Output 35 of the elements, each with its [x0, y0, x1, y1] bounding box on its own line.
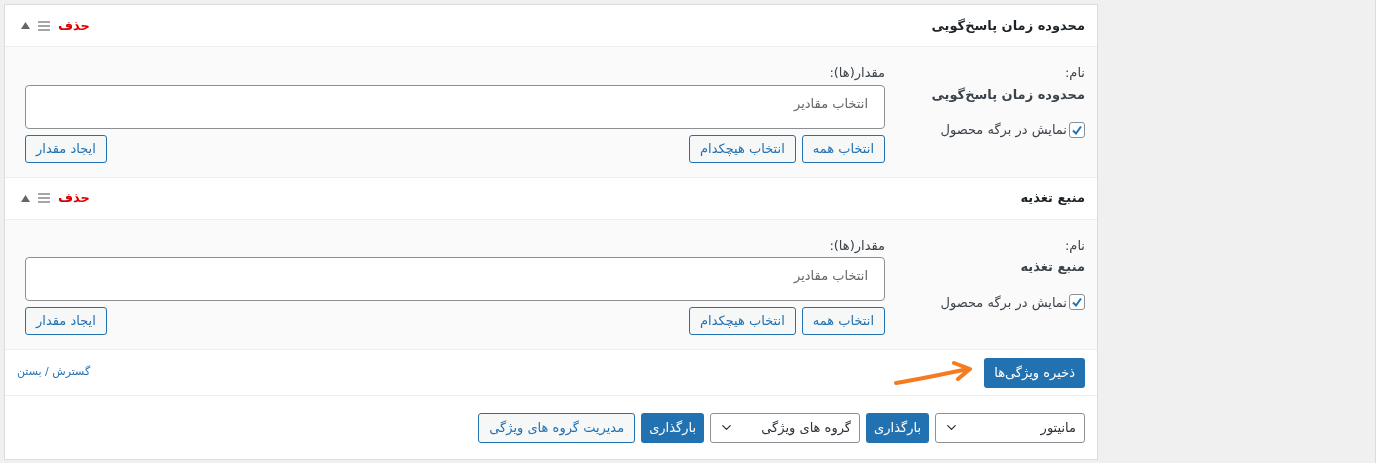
manage-groups-button[interactable]: مدیریت گروه های ویژگی: [478, 412, 636, 443]
checkmark-icon: [1071, 296, 1083, 309]
checkmark-icon: [1071, 123, 1083, 136]
delete-link[interactable]: حذف: [58, 15, 90, 36]
attribute-name: محدوده زمان پاسخ‌گویی: [930, 85, 1085, 104]
values-select-field[interactable]: انتخاب مقادیر: [25, 84, 885, 129]
name-label: نام:: [1064, 236, 1085, 255]
values-select-field[interactable]: انتخاب مقادیر: [25, 257, 885, 301]
select-none-button[interactable]: انتخاب هیچکدام: [689, 307, 796, 335]
attribute-title: محدوده زمان پاسخ‌گویی: [931, 16, 1085, 35]
delete-link[interactable]: حذف: [58, 188, 90, 208]
expand-collapse-link[interactable]: گسترش / بستن: [17, 364, 91, 381]
drag-handle-icon[interactable]: [38, 20, 50, 31]
values-label: مقدار(ها):: [829, 64, 885, 83]
save-attributes-button[interactable]: ذخیره ویژگی‌ها: [984, 357, 1085, 388]
load-button[interactable]: بارگذاری: [641, 412, 705, 443]
visible-checkbox[interactable]: [1069, 294, 1085, 311]
collapse-triangle-icon[interactable]: [21, 22, 30, 29]
name-label: نام:: [1064, 64, 1085, 82]
add-value-button[interactable]: ایجاد مقدار: [25, 134, 107, 163]
select-all-button[interactable]: انتخاب همه: [801, 307, 885, 335]
load-button[interactable]: بارگذاری: [866, 412, 929, 443]
select-all-button[interactable]: انتخاب همه: [801, 134, 885, 163]
visible-label: نمایش در برگه محصول: [940, 121, 1067, 140]
select-none-button[interactable]: انتخاب هیچکدام: [689, 134, 796, 163]
visible-checkbox[interactable]: [1069, 121, 1085, 138]
values-label: مقدار(ها):: [829, 236, 885, 255]
attribute-title: منبع تغذیه: [1020, 189, 1085, 208]
dropdown-select[interactable]: مانیتور: [935, 412, 1085, 443]
visible-label: نمایش در برگه محصول: [940, 293, 1067, 312]
dropdown-select[interactable]: گروه های ویژگی: [710, 412, 861, 443]
collapse-triangle-icon[interactable]: [21, 194, 30, 202]
add-value-button[interactable]: ایجاد مقدار: [25, 307, 107, 335]
attribute-name: منبع تغذیه: [1019, 258, 1085, 276]
drag-handle-icon[interactable]: [38, 193, 50, 203]
